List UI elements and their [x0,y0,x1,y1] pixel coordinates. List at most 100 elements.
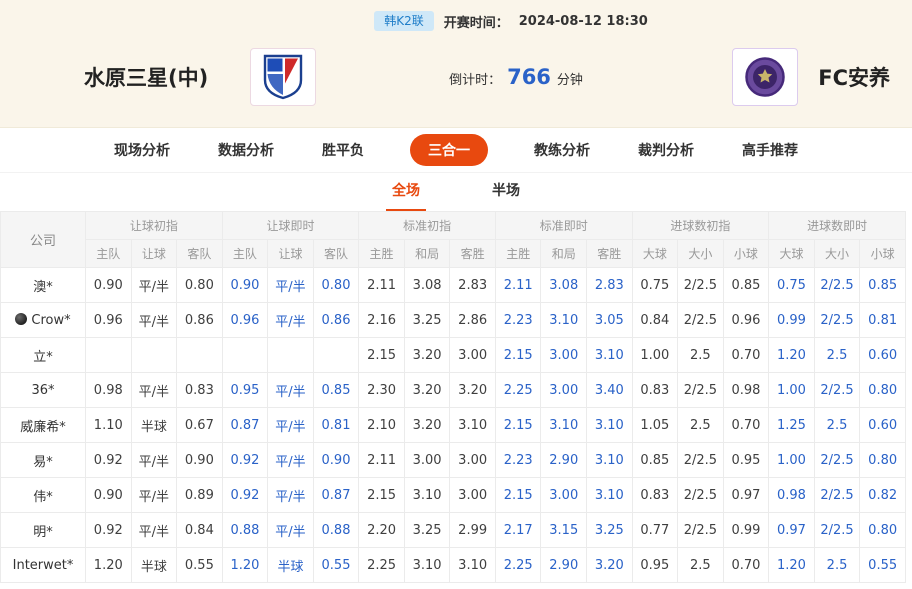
odds-cell-live: 平/半 [268,443,314,478]
odds-cell-live: 1.00 [769,373,815,408]
odds-cell-initial: 0.70 [723,338,769,373]
scope-tab-1[interactable]: 全场 [386,172,426,211]
odds-cell-live: 2.25 [495,548,541,583]
odds-cell-live: 2/2.5 [814,443,860,478]
col-header: 小球 [860,240,906,268]
odds-cell-live: 0.97 [769,513,815,548]
odds-cell-initial: 2.5 [678,338,724,373]
countdown-unit: 分钟 [557,69,583,88]
odds-cell-live: 3.10 [587,443,633,478]
table-row: 澳*0.90平/半0.800.90平/半0.802.113.082.832.11… [1,268,906,303]
nav-tab-2[interactable]: 数据分析 [216,134,276,166]
odds-cell-live: 0.55 [313,548,359,583]
nav-tab-1[interactable]: 现场分析 [112,134,172,166]
kickoff-label: 开赛时间： [444,12,509,31]
odds-cell-initial: 2.20 [359,513,405,548]
nav-tab-6[interactable]: 裁判分析 [636,134,696,166]
company-cell[interactable]: 伟* [1,478,86,513]
odds-cell-initial: 0.86 [177,303,223,338]
odds-cell-initial: 0.90 [86,268,132,303]
odds-cell-initial: 0.70 [723,408,769,443]
odds-cell-live: 0.81 [313,408,359,443]
odds-cell-initial: 3.20 [404,338,450,373]
nav-tab-7[interactable]: 高手推荐 [740,134,800,166]
col-group-header-3: 标准初指 [359,212,496,240]
odds-cell-initial: 平/半 [131,373,177,408]
col-group-header-4: 标准即时 [495,212,632,240]
odds-cell-live: 2.15 [495,478,541,513]
col-header: 客队 [313,240,359,268]
company-cell[interactable]: 36* [1,373,86,408]
odds-cell-live: 2.17 [495,513,541,548]
odds-cell-initial: 0.55 [177,548,223,583]
odds-cell-initial: 2/2.5 [678,303,724,338]
odds-cell-live: 1.25 [769,408,815,443]
company-cell[interactable]: 澳* [1,268,86,303]
odds-cell-live: 0.60 [860,338,906,373]
nav-tab-5[interactable]: 教练分析 [532,134,592,166]
odds-cell-live: 3.00 [541,478,587,513]
odds-cell-live: 0.85 [860,268,906,303]
odds-table-wrap: 公司让球初指让球即时标准初指标准即时进球数初指进球数即时主队让球客队主队让球客队… [0,211,906,583]
odds-cell-initial: 0.80 [177,268,223,303]
odds-cell-initial: 0.90 [86,478,132,513]
odds-cell-live: 3.15 [541,513,587,548]
odds-cell-initial: 0.89 [177,478,223,513]
company-cell[interactable]: 明* [1,513,86,548]
table-row: Interwet*1.20半球0.551.20半球0.552.253.103.1… [1,548,906,583]
odds-cell-live: 平/半 [268,303,314,338]
nav-tab-4[interactable]: 三合一 [410,134,488,166]
company-name: 澳* [33,280,53,295]
odds-cell-initial: 0.67 [177,408,223,443]
company-cell[interactable]: Interwet* [1,548,86,583]
col-group-header-2: 让球即时 [222,212,359,240]
odds-cell-live: 2.25 [495,373,541,408]
col-header: 客胜 [450,240,496,268]
odds-cell-initial: 平/半 [131,513,177,548]
odds-cell-initial: 2/2.5 [678,443,724,478]
odds-cell-initial: 0.92 [86,513,132,548]
odds-cell-live: 3.20 [587,548,633,583]
company-cell[interactable]: 易* [1,443,86,478]
odds-cell-live: 平/半 [268,268,314,303]
odds-cell-live: 3.40 [587,373,633,408]
company-name: 立* [33,350,53,365]
odds-cell-live: 0.87 [313,478,359,513]
away-team-name: FC安养 [818,62,890,92]
odds-cell-live: 0.86 [313,303,359,338]
odds-table-head: 公司让球初指让球即时标准初指标准即时进球数初指进球数即时主队让球客队主队让球客队… [1,212,906,268]
odds-cell-live [222,338,268,373]
odds-cell-initial: 0.98 [86,373,132,408]
odds-cell-live: 0.82 [860,478,906,513]
odds-cell-initial: 0.96 [723,303,769,338]
odds-cell-initial: 0.84 [632,303,678,338]
odds-cell-live: 0.55 [860,548,906,583]
odds-cell-live: 2.5 [814,548,860,583]
odds-cell-live: 0.80 [860,443,906,478]
odds-cell-initial: 3.10 [450,408,496,443]
nav-tab-3[interactable]: 胜平负 [320,134,366,166]
company-cell[interactable]: 威廉希* [1,408,86,443]
odds-cell-initial: 2/2.5 [678,478,724,513]
odds-cell-initial: 平/半 [131,303,177,338]
col-header: 客队 [177,240,223,268]
odds-cell-initial: 0.70 [723,548,769,583]
league-badge[interactable]: 韩K2联 [374,11,434,31]
kickoff-row: 韩K2联 开赛时间： 2024-08-12 18:30 [0,0,912,32]
col-header: 主胜 [495,240,541,268]
odds-cell-live: 3.05 [587,303,633,338]
odds-cell-initial [131,338,177,373]
company-cell[interactable]: 立* [1,338,86,373]
col-header: 让球 [131,240,177,268]
odds-cell-live: 2.23 [495,303,541,338]
odds-cell-initial: 0.90 [177,443,223,478]
odds-cell-live: 0.80 [860,513,906,548]
company-cell[interactable]: Crow* [1,303,86,338]
scope-tab-2[interactable]: 半场 [486,172,526,211]
odds-cell-live: 2.23 [495,443,541,478]
odds-table: 公司让球初指让球即时标准初指标准即时进球数初指进球数即时主队让球客队主队让球客队… [0,211,906,583]
odds-table-body: 澳*0.90平/半0.800.90平/半0.802.113.082.832.11… [1,268,906,583]
col-header: 主队 [222,240,268,268]
odds-cell-initial: 0.77 [632,513,678,548]
odds-cell-initial: 1.05 [632,408,678,443]
